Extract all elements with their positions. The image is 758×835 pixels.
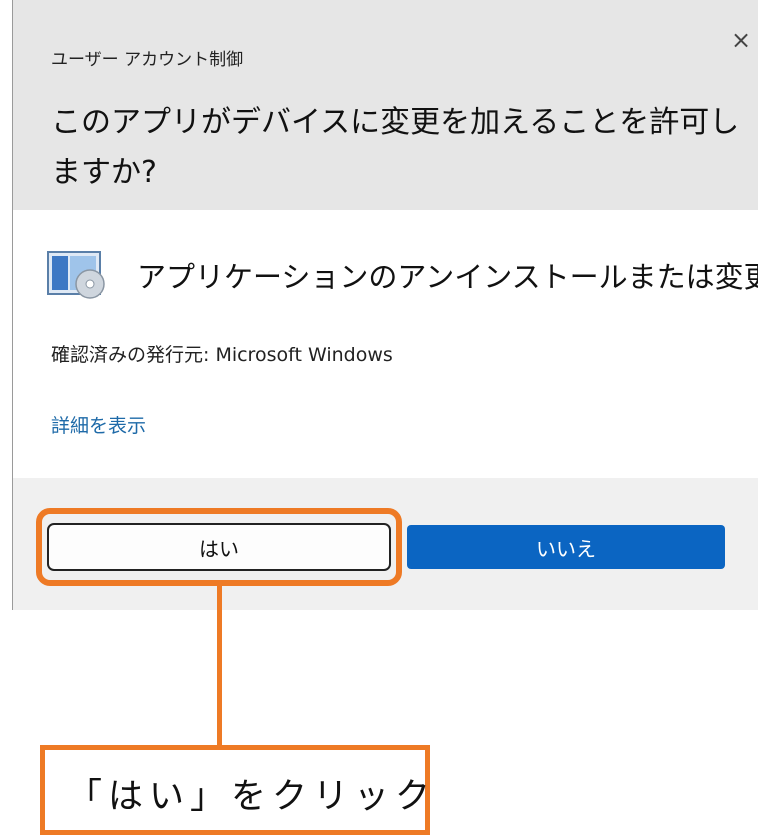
show-details-link[interactable]: 詳細を表示 — [51, 411, 146, 438]
yes-button-highlight — [36, 508, 402, 586]
installer-cd-icon — [47, 251, 105, 299]
app-name: アプリケーションのアンインストールまたは変更 — [137, 260, 758, 294]
callout-text: 「はい」をクリック — [67, 777, 437, 817]
dialog-header: ユーザー アカウント制御 × このアプリがデバイスに変更を加えることを許可します… — [13, 0, 758, 210]
close-icon[interactable]: × — [731, 28, 751, 52]
dialog-title: ユーザー アカウント制御 — [51, 50, 244, 70]
callout-connector-line — [217, 585, 222, 747]
verified-publisher: 確認済みの発行元: Microsoft Windows — [51, 344, 393, 366]
no-button[interactable]: いいえ — [407, 525, 725, 569]
permission-question: このアプリがデバイスに変更を加えることを許可しますか? — [51, 105, 740, 190]
